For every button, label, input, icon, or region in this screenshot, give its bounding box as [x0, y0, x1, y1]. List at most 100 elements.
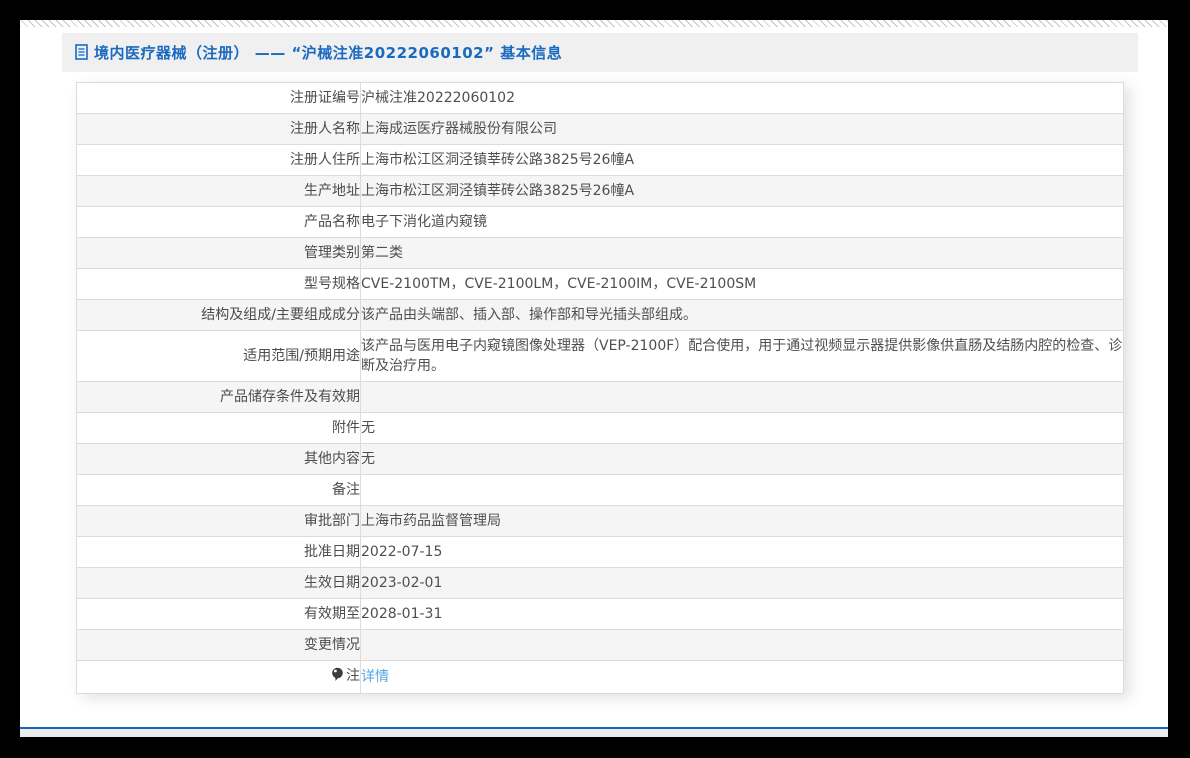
- table-row: 审批部门 上海市药品监督管理局: [76, 505, 1124, 537]
- row-value: 该产品与医用电子内窥镜图像处理器（VEP-2100F）配合使用，用于通过视频显示…: [361, 338, 1123, 374]
- row-label: 产品名称: [304, 214, 360, 230]
- row-label-cell: 批准日期: [76, 536, 361, 568]
- row-label-cell: 注: [76, 660, 361, 694]
- note-balloon-icon: [331, 667, 344, 688]
- document-icon: [75, 44, 89, 61]
- row-value: 2028-01-31: [361, 606, 443, 622]
- row-value-cell: 电子下消化道内窥镜: [360, 206, 1124, 238]
- row-value: 上海市松江区洞泾镇莘砖公路3825号26幢A: [361, 152, 635, 168]
- row-value-cell: 上海市松江区洞泾镇莘砖公路3825号26幢A: [360, 175, 1124, 207]
- row-label-cell: 适用范围/预期用途: [76, 330, 361, 382]
- row-label-cell: 产品名称: [76, 206, 361, 238]
- row-value: 沪械注准20222060102: [361, 90, 515, 106]
- row-label: 备注: [332, 482, 360, 498]
- row-label: 产品储存条件及有效期: [220, 389, 360, 405]
- row-value: 2023-02-01: [361, 575, 443, 591]
- info-table: 注册证编号 沪械注准20222060102 注册人名称 上海成运医疗器械股份有限公司注…: [76, 82, 1124, 694]
- row-label: 适用范围/预期用途: [243, 348, 360, 364]
- row-value: 上海成运医疗器械股份有限公司: [361, 121, 557, 137]
- row-value-cell: 详情: [360, 660, 1124, 694]
- row-value-cell: 2028-01-31: [360, 598, 1124, 630]
- row-label: 生产地址: [304, 183, 360, 199]
- row-label: 型号规格: [304, 276, 360, 292]
- table-row: 注详情: [76, 660, 1124, 694]
- row-label: 注册人名称: [290, 121, 360, 137]
- table-row: 注册人名称 上海成运医疗器械股份有限公司: [76, 113, 1124, 145]
- table-row: 注册证编号 沪械注准20222060102: [76, 82, 1124, 114]
- row-label-cell: 生效日期: [76, 567, 361, 599]
- table-row: 其他内容无: [76, 443, 1124, 475]
- table-row: 适用范围/预期用途 该产品与医用电子内窥镜图像处理器（VEP-2100F）配合使用…: [76, 330, 1124, 382]
- table-row: 产品储存条件及有效期: [76, 381, 1124, 413]
- row-value-cell: 无: [360, 412, 1124, 444]
- table-row: 批准日期 2022-07-15: [76, 536, 1124, 568]
- row-value-cell: [360, 629, 1124, 661]
- screenshot-frame: 境内医疗器械（注册） —— “沪械注准20222060102” 基本信息 注册证…: [0, 0, 1190, 758]
- row-value: 2022-07-15: [361, 544, 443, 560]
- footer-strip: [20, 729, 1168, 737]
- row-value: 无: [361, 451, 375, 467]
- row-value-cell: CVE-2100TM，CVE-2100LM，CVE-2100IM，CVE-210…: [360, 268, 1124, 300]
- row-value-cell: 无: [360, 443, 1124, 475]
- row-label: 注册人住所: [290, 152, 360, 168]
- row-value-cell: 2022-07-15: [360, 536, 1124, 568]
- table-row: 管理类别 第二类: [76, 237, 1124, 269]
- row-label-cell: 管理类别: [76, 237, 361, 269]
- table-row: 有效期至 2028-01-31: [76, 598, 1124, 630]
- row-value-cell: [360, 381, 1124, 413]
- row-value-cell: 该产品与医用电子内窥镜图像处理器（VEP-2100F）配合使用，用于通过视频显示…: [360, 330, 1124, 382]
- table-row: 附件无: [76, 412, 1124, 444]
- row-label-cell: 型号规格: [76, 268, 361, 300]
- details-link[interactable]: 详情: [361, 669, 389, 685]
- table-row: 产品名称 电子下消化道内窥镜: [76, 206, 1124, 238]
- row-label-cell: 有效期至: [76, 598, 361, 630]
- row-value: 上海市药品监督管理局: [361, 513, 501, 529]
- row-value-cell: 2023-02-01: [360, 567, 1124, 599]
- row-value: CVE-2100TM，CVE-2100LM，CVE-2100IM，CVE-210…: [361, 276, 757, 292]
- row-label-cell: 备注: [76, 474, 361, 506]
- row-label-cell: 注册人住所: [76, 144, 361, 176]
- row-value-cell: 上海市药品监督管理局: [360, 505, 1124, 537]
- row-label: 变更情况: [304, 637, 360, 653]
- row-label: 审批部门: [304, 513, 360, 529]
- row-label: 批准日期: [304, 544, 360, 560]
- decorative-hatch-border: [20, 20, 1168, 27]
- row-label-cell: 注册人名称: [76, 113, 361, 145]
- row-value-cell: 沪械注准20222060102: [360, 82, 1124, 114]
- row-label: 附件: [332, 420, 360, 436]
- row-value: 该产品由头端部、插入部、操作部和导光插头部组成。: [361, 307, 697, 323]
- row-value: 无: [361, 420, 375, 436]
- row-label-cell: 生产地址: [76, 175, 361, 207]
- row-label-cell: 审批部门: [76, 505, 361, 537]
- row-label-cell: 注册证编号: [76, 82, 361, 114]
- page-title: 境内医疗器械（注册） —— “沪械注准20222060102” 基本信息: [94, 44, 563, 62]
- row-label: 注册证编号: [290, 90, 360, 106]
- row-value-cell: 上海成运医疗器械股份有限公司: [360, 113, 1124, 145]
- row-label-cell: 附件: [76, 412, 361, 444]
- table-row: 注册人住所 上海市松江区洞泾镇莘砖公路3825号26幢A: [76, 144, 1124, 176]
- row-label: 有效期至: [304, 606, 360, 622]
- row-label: 结构及组成/主要组成成分: [201, 307, 360, 323]
- row-value: 电子下消化道内窥镜: [361, 214, 487, 230]
- row-value-cell: [360, 474, 1124, 506]
- info-table-body: 注册证编号 沪械注准20222060102 注册人名称 上海成运医疗器械股份有限公司注…: [76, 82, 1124, 694]
- table-row: 生产地址 上海市松江区洞泾镇莘砖公路3825号26幢A: [76, 175, 1124, 207]
- row-value: 第二类: [361, 245, 403, 261]
- table-row: 结构及组成/主要组成成分 该产品由头端部、插入部、操作部和导光插头部组成。: [76, 299, 1124, 331]
- row-label: 其他内容: [304, 451, 360, 467]
- row-value-cell: 该产品由头端部、插入部、操作部和导光插头部组成。: [360, 299, 1124, 331]
- table-row: 型号规格 CVE-2100TM，CVE-2100LM，CVE-2100IM，CVE…: [76, 268, 1124, 300]
- row-label: 生效日期: [304, 575, 360, 591]
- row-label: 管理类别: [304, 245, 360, 261]
- row-value: 上海市松江区洞泾镇莘砖公路3825号26幢A: [361, 183, 635, 199]
- row-label-cell: 其他内容: [76, 443, 361, 475]
- row-label-cell: 结构及组成/主要组成成分: [76, 299, 361, 331]
- row-value-cell: 第二类: [360, 237, 1124, 269]
- page-background: 境内医疗器械（注册） —— “沪械注准20222060102” 基本信息 注册证…: [20, 20, 1168, 737]
- table-row: 生效日期 2023-02-01: [76, 567, 1124, 599]
- row-label: 注: [346, 668, 360, 684]
- table-row: 变更情况: [76, 629, 1124, 661]
- row-label-cell: 产品储存条件及有效期: [76, 381, 361, 413]
- page-header: 境内医疗器械（注册） —— “沪械注准20222060102” 基本信息: [62, 33, 1138, 72]
- row-label-cell: 变更情况: [76, 629, 361, 661]
